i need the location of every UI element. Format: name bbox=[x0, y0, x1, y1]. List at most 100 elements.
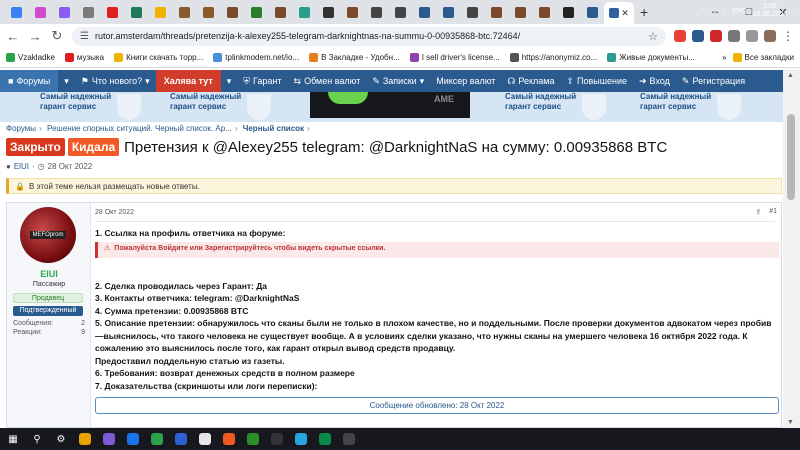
browser-tab[interactable] bbox=[412, 2, 436, 22]
browser-tab[interactable] bbox=[4, 2, 28, 22]
browser-menu-icon[interactable]: ⋮ bbox=[782, 29, 794, 43]
browser-tab[interactable] bbox=[28, 2, 52, 22]
nav-forums[interactable]: ■ Форумы bbox=[0, 70, 59, 92]
nav-exchange[interactable]: ⇆ Обмен валют bbox=[288, 70, 367, 92]
browser-tab[interactable] bbox=[292, 2, 316, 22]
volume-icon[interactable]: ♪ bbox=[723, 8, 727, 15]
browser-tab[interactable] bbox=[52, 2, 76, 22]
bookmark-item[interactable]: tplinkmodem.net/io... bbox=[213, 53, 299, 62]
back-icon[interactable]: ← bbox=[6, 29, 20, 44]
windows-start-icon[interactable]: ▦ bbox=[4, 430, 22, 448]
bookmark-item[interactable]: I sell driver's license... bbox=[409, 53, 500, 62]
puzzle-extension-icon[interactable] bbox=[728, 30, 740, 42]
post-number[interactable]: #1 bbox=[769, 208, 777, 216]
site-info-icon[interactable]: ☰ bbox=[80, 31, 89, 42]
browser-tab[interactable] bbox=[196, 2, 220, 22]
bookmark-star-icon[interactable]: ☆ bbox=[648, 30, 658, 43]
avatar[interactable]: MEFOprom bbox=[20, 207, 76, 263]
browser-tab[interactable] bbox=[148, 2, 172, 22]
taskbar-app[interactable] bbox=[316, 430, 334, 448]
nav-whats-new[interactable]: ⚑ Что нового? ▾ bbox=[75, 70, 156, 92]
search-icon[interactable]: ⚲ bbox=[28, 430, 46, 448]
language-indicator[interactable]: РУС bbox=[732, 8, 746, 15]
reload-icon[interactable]: ↻ bbox=[50, 28, 64, 44]
taskbar-app[interactable] bbox=[244, 430, 262, 448]
taskbar-app[interactable] bbox=[268, 430, 286, 448]
taskbar-app[interactable] bbox=[220, 430, 238, 448]
browser-tab[interactable] bbox=[388, 2, 412, 22]
breadcrumb-item[interactable]: Форумы bbox=[6, 124, 36, 133]
browser-tab[interactable] bbox=[364, 2, 388, 22]
taskbar-app[interactable] bbox=[100, 430, 118, 448]
share-icon[interactable]: ⇪ bbox=[755, 208, 761, 216]
bookmark-item[interactable]: Книги скачать торр... bbox=[114, 53, 203, 62]
scroll-up-icon[interactable]: ▲ bbox=[787, 72, 794, 79]
sidebar-icon[interactable] bbox=[746, 30, 758, 42]
thread-date[interactable]: 28 Окт 2022 bbox=[48, 162, 93, 171]
thread-author[interactable]: ElUI bbox=[14, 162, 29, 171]
forward-icon[interactable]: → bbox=[28, 29, 42, 44]
taskbar-app[interactable] bbox=[172, 430, 190, 448]
scroll-down-icon[interactable]: ▼ bbox=[787, 419, 794, 426]
nav-promo[interactable]: ⇧ Повышение bbox=[561, 70, 634, 92]
browser-tab[interactable] bbox=[340, 2, 364, 22]
bookmark-item[interactable]: Живые документы... bbox=[607, 53, 695, 62]
notification-icon[interactable]: ▫ bbox=[794, 8, 796, 15]
scroll-thumb[interactable] bbox=[787, 114, 795, 200]
gmail-extension-icon[interactable] bbox=[674, 30, 686, 42]
browser-tab[interactable] bbox=[220, 2, 244, 22]
browser-tab[interactable] bbox=[316, 2, 340, 22]
page-scrollbar[interactable]: ▲ ▼ bbox=[783, 70, 800, 428]
bookmark-item[interactable]: В Закладке - Удобн... bbox=[309, 53, 400, 62]
nav-register[interactable]: ✎ Регистрация bbox=[676, 70, 751, 92]
browser-tab[interactable] bbox=[460, 2, 484, 22]
active-tab[interactable]: ✕ bbox=[604, 2, 634, 24]
browser-tab[interactable] bbox=[532, 2, 556, 22]
nav-ads[interactable]: ☊ Реклама bbox=[501, 70, 560, 92]
username[interactable]: ElUI bbox=[7, 269, 91, 279]
network-icon[interactable]: ○ bbox=[713, 8, 717, 15]
browser-tab[interactable] bbox=[556, 2, 580, 22]
bookmark-item[interactable]: Vzakladke bbox=[6, 53, 55, 62]
ad-banner[interactable]: Самый надежный гарант сервис Самый надежн… bbox=[0, 92, 783, 122]
profile-avatar[interactable] bbox=[764, 30, 776, 42]
clock[interactable]: 5:09 16.06.2024 bbox=[752, 3, 787, 19]
browser-tab[interactable] bbox=[436, 2, 460, 22]
taskbar-app[interactable] bbox=[292, 430, 310, 448]
taskbar-app[interactable] bbox=[340, 430, 358, 448]
taskbar-app[interactable] bbox=[124, 430, 142, 448]
bookmark-item[interactable]: музыка bbox=[64, 53, 104, 62]
browser-tab[interactable] bbox=[124, 2, 148, 22]
taskbar-app[interactable] bbox=[148, 430, 166, 448]
nav-mixer[interactable]: Миксер валют bbox=[430, 70, 501, 92]
breadcrumb-item[interactable]: Черный список bbox=[243, 124, 304, 133]
browser-tab[interactable] bbox=[484, 2, 508, 22]
vpn-extension-icon[interactable] bbox=[692, 30, 704, 42]
nav-login[interactable]: ➜ Вход bbox=[633, 70, 676, 92]
taskbar-app[interactable] bbox=[196, 430, 214, 448]
nav-menu-arrow[interactable]: ▾ bbox=[58, 70, 75, 92]
breadcrumb-item[interactable]: Решение спорных ситуаций. Черный список.… bbox=[47, 124, 232, 133]
post-updated-bar[interactable]: Сообщение обновлено: 28 Окт 2022 bbox=[95, 397, 779, 414]
taskbar-app[interactable] bbox=[76, 430, 94, 448]
browser-tab[interactable] bbox=[268, 2, 292, 22]
settings-icon[interactable]: ⚙ bbox=[52, 430, 70, 448]
tray-chevron-icon[interactable]: ⌃ bbox=[701, 7, 707, 15]
nav-garant[interactable]: ⛨ Гарант bbox=[237, 70, 287, 92]
plus-icon[interactable]: + bbox=[640, 4, 648, 20]
browser-tab[interactable] bbox=[580, 2, 604, 22]
browser-tab[interactable] bbox=[100, 2, 124, 22]
browser-tab[interactable] bbox=[172, 2, 196, 22]
nav-hot[interactable]: Халява тут bbox=[155, 70, 221, 92]
post-date[interactable]: 28 Окт 2022 bbox=[95, 209, 134, 216]
nav-expand[interactable]: ▾ bbox=[221, 70, 238, 92]
url-field[interactable]: ☰ rutor.amsterdam/threads/pretenzija-k-a… bbox=[72, 26, 666, 46]
tab-close-icon[interactable]: ✕ bbox=[621, 8, 629, 19]
all-bookmarks[interactable]: Все закладки bbox=[732, 53, 794, 62]
browser-tab[interactable] bbox=[76, 2, 100, 22]
bookmark-item[interactable]: https://anonymiz.co... bbox=[509, 53, 597, 62]
nav-notes[interactable]: ✎ Записки ▾ bbox=[366, 70, 430, 92]
url-text[interactable]: rutor.amsterdam/threads/pretenzija-k-ale… bbox=[95, 31, 642, 41]
browser-tab[interactable] bbox=[508, 2, 532, 22]
browser-tab[interactable] bbox=[244, 2, 268, 22]
